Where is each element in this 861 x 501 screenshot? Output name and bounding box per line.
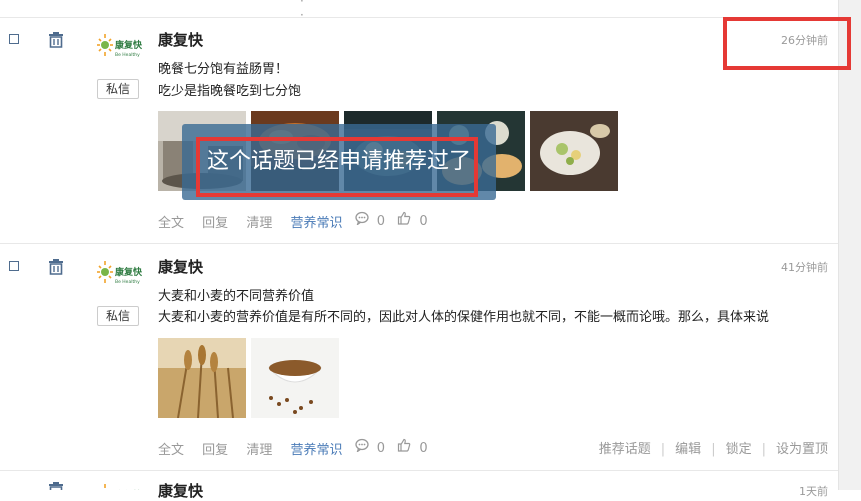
post-image-wheat[interactable] (158, 338, 246, 418)
highlight-box-time (723, 17, 851, 70)
post-select-checkbox[interactable] (9, 34, 19, 44)
reply-link[interactable]: 回复 (202, 439, 228, 458)
action-divider: | (711, 442, 716, 457)
divider (0, 243, 838, 244)
private-message-button[interactable]: 私信 (97, 79, 139, 99)
previous-post-actions-cut: · · (300, 0, 388, 22)
clean-link[interactable]: 清理 (246, 439, 272, 458)
clean-link[interactable]: 清理 (246, 212, 272, 231)
highlight-box-toast (196, 137, 478, 197)
post-time: 1天前 (799, 485, 828, 498)
full-text-link[interactable]: 全文 (158, 212, 184, 231)
topic-feed: · · 康复快 Be Healthy 私信 康复快 26分钟前 晚餐七分饱有益肠… (0, 0, 838, 500)
author-avatar[interactable]: 康复快 Be Healthy (96, 30, 142, 62)
svg-text:康复快: 康复快 (115, 39, 142, 51)
post-excerpt: 大麦和小麦的营养价值是有所不同的，因此对人体的保健作用也就不同，不能一概而论哦。… (158, 310, 770, 325)
author-name[interactable]: 康复快 (158, 256, 203, 277)
comment-count: 0 (376, 441, 386, 456)
lock-link[interactable]: 锁定 (726, 442, 752, 457)
like-count: 0 (419, 214, 428, 229)
edit-link[interactable]: 编辑 (675, 442, 701, 457)
post-image-buckwheat[interactable] (251, 338, 339, 418)
thumbs-up-icon[interactable] (397, 211, 411, 225)
comment-icon[interactable] (354, 438, 369, 454)
comment-count: 0 (376, 214, 386, 229)
svg-text:Be Healthy: Be Healthy (115, 52, 140, 58)
author-avatar[interactable]: 康复快 Be Healthy (96, 257, 142, 289)
pin-top-link[interactable]: 设为置顶 (776, 442, 828, 457)
author-avatar[interactable]: 康复快 (96, 480, 142, 490)
category-tag[interactable]: 营养常识 (290, 439, 342, 458)
action-divider: | (660, 442, 666, 457)
post-title[interactable]: 大麦和小麦的不同营养价值 (158, 285, 314, 304)
post-title[interactable]: 晚餐七分饱有益肠胃！ (158, 58, 288, 77)
category-tag[interactable]: 营养常识 (290, 212, 342, 231)
post-action-bar: 全文 回复 清理 营养常识 0 0 (158, 211, 436, 231)
divider (0, 470, 838, 471)
admin-action-bar: 推荐话题 | 编辑 | 锁定 | 设为置顶 (599, 438, 828, 457)
post-excerpt: 吃少是指晚餐吃到七分饱 (158, 84, 302, 99)
scrollbar[interactable] (838, 0, 861, 490)
thumbs-up-icon[interactable] (397, 438, 411, 452)
recommend-topic-link[interactable]: 推荐话题 (599, 442, 651, 457)
author-name[interactable]: 康复快 (158, 480, 203, 501)
post-action-bar: 全文 回复 清理 营养常识 0 0 (158, 438, 436, 458)
like-count: 0 (419, 441, 428, 456)
private-message-button[interactable]: 私信 (97, 306, 139, 326)
trash-icon[interactable] (47, 31, 65, 49)
svg-text:Be Healthy: Be Healthy (115, 279, 140, 285)
action-divider: | (761, 442, 766, 457)
svg-text:康复快: 康复快 (115, 266, 142, 278)
reply-link[interactable]: 回复 (202, 212, 228, 231)
trash-icon[interactable] (47, 258, 65, 276)
post-select-checkbox[interactable] (9, 261, 19, 271)
author-name[interactable]: 康复快 (158, 29, 203, 50)
full-text-link[interactable]: 全文 (158, 439, 184, 458)
trash-icon[interactable] (47, 481, 65, 490)
post-time: 41分钟前 (781, 261, 828, 274)
post-image-salad[interactable] (530, 111, 618, 191)
comment-icon[interactable] (354, 211, 369, 227)
divider (0, 17, 838, 18)
